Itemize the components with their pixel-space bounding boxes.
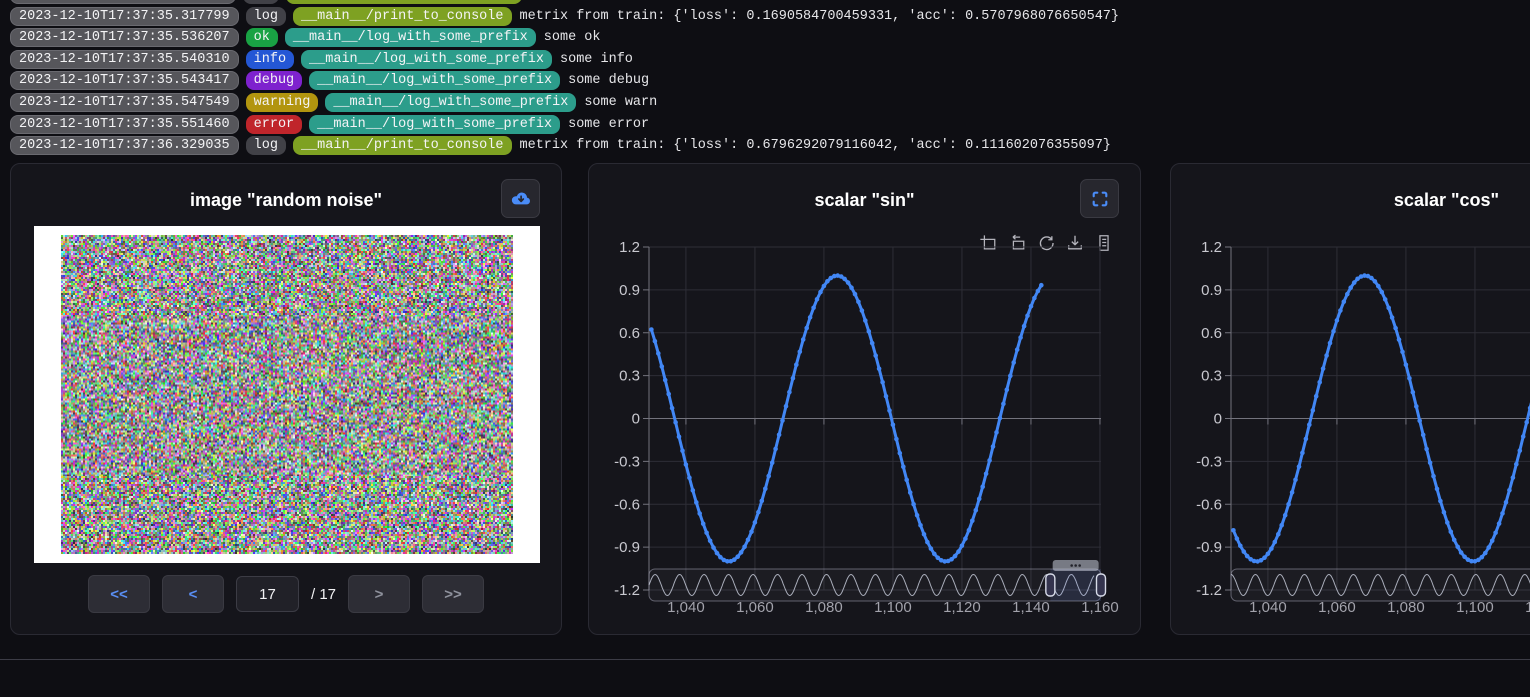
datazoom-handle[interactable]: [1097, 574, 1106, 596]
log-message: some warn: [584, 95, 657, 110]
log-timestamp-badge: 2023-12-10T17:37:35.543417: [10, 71, 239, 90]
dashboard-page: 2023-12-10T17:37:35.317799 log __main__/pr…: [0, 0, 1530, 697]
log-level-badge: info: [246, 50, 294, 69]
log-console: 2023-12-10T17:37:35.317799 log __main__/pr…: [10, 0, 1119, 158]
x-axis-tick-label: 1,100: [1456, 599, 1494, 616]
log-level-badge: ok: [246, 28, 278, 47]
log-row: 2023-12-10T17:37:35.536207 ok __main__/log…: [10, 28, 1119, 47]
datazoom-slider[interactable]: [649, 569, 1101, 601]
cos-chart-title: scalar "cos": [1171, 190, 1530, 211]
x-axis-tick-label: 1,100: [874, 599, 912, 616]
y-axis-tick-label: -0.9: [614, 539, 640, 556]
y-axis-tick-label: -1.2: [614, 582, 640, 599]
x-axis-tick-label: 1,120: [943, 599, 981, 616]
x-axis-tick-label: 1,040: [1249, 599, 1287, 616]
log-module-badge: __main__/log_with_some_prefix: [325, 93, 576, 112]
y-axis-tick-label: 1.2: [619, 239, 640, 256]
log-row: 2023-12-10T17:37:35.543417 debug __main__/…: [10, 71, 1119, 90]
y-axis-tick-label: 0.3: [1201, 368, 1222, 385]
log-timestamp-badge: 2023-12-10T17:37:35.317799: [10, 7, 239, 26]
log-message: some info: [560, 52, 633, 67]
prev-page-button[interactable]: <: [162, 575, 224, 613]
log-timestamp-badge: 2023-12-10T17:37:35.540310: [10, 50, 239, 69]
y-axis-tick-label: -0.6: [614, 496, 640, 513]
page-number-input[interactable]: [236, 576, 299, 612]
fullscreen-icon: [1091, 190, 1109, 208]
image-card-title: image "random noise": [11, 190, 561, 211]
log-level-badge: log: [246, 7, 286, 26]
log-level-badge: log: [246, 136, 286, 155]
y-axis-tick-label: -1.2: [1196, 582, 1222, 599]
sin-chart[interactable]: 1.2 0.9 0.6 0.3 0 -0.3 -0.6 -0.9 -1.2 1,040 1,060 1…: [589, 224, 1142, 624]
section-divider: [0, 659, 1530, 660]
x-axis-tick-label: 1,080: [1387, 599, 1425, 616]
y-axis-tick-label: 1.2: [1201, 239, 1222, 256]
log-message: some debug: [568, 73, 649, 88]
log-level-badge: [243, 0, 279, 4]
first-page-button[interactable]: <<: [88, 575, 150, 613]
log-level-badge: warning: [246, 93, 319, 112]
log-message: metrix from train: {'loss': 0.1690584700…: [520, 9, 1120, 24]
scalar-cos-card: scalar "cos" 1.2 0.9 0.6 0.3 0 -0.3 -0.6 -0.9 -1…: [1170, 163, 1530, 635]
log-module-badge: __main__/log_with_some_prefix: [285, 28, 536, 47]
y-axis-tick-label: 0.6: [1201, 325, 1222, 342]
cos-chart[interactable]: 1.2 0.9 0.6 0.3 0 -0.3 -0.6 -0.9 -1.2 1,040 1,060 1…: [1171, 224, 1530, 624]
log-row: 2023-12-10T17:37:35.540310 info __main__/l…: [10, 50, 1119, 69]
next-section-heading: Head: [27, 689, 188, 697]
y-axis-tick-label: -0.9: [1196, 539, 1222, 556]
image-card: image "random noise" << < / 17 > >>: [10, 163, 562, 635]
log-module-badge: __main__/log_with_some_prefix: [309, 71, 560, 90]
x-axis-tick-label: 1,160: [1081, 599, 1119, 616]
x-axis-tick-label: 1,120: [1525, 599, 1530, 616]
log-row: [10, 0, 1119, 4]
last-page-button[interactable]: >>: [422, 575, 484, 613]
y-axis-tick-label: 0.3: [619, 368, 640, 385]
log-level-badge: debug: [246, 71, 303, 90]
log-module-badge: __main__/print_to_console: [293, 7, 512, 26]
download-image-button[interactable]: [501, 179, 540, 218]
cloud-download-icon: [510, 188, 532, 210]
log-timestamp-badge: 2023-12-10T17:37:36.329035: [10, 136, 239, 155]
scalar-sin-card: scalar "sin" 1.2 0.9 0.6 0.3 0 -0.3 -0.6 -0.9 -1…: [588, 163, 1141, 635]
log-message: some ok: [544, 30, 601, 45]
datazoom-handle[interactable]: [1046, 574, 1055, 596]
datazoom-slider[interactable]: [1231, 569, 1530, 601]
x-axis-tick-label: 1,140: [1012, 599, 1050, 616]
y-axis-tick-label: 0.9: [619, 282, 640, 299]
log-message: some error: [568, 117, 649, 132]
log-timestamp-badge: 2023-12-10T17:37:35.536207: [10, 28, 239, 47]
log-row: 2023-12-10T17:37:35.551460 error __main__/…: [10, 115, 1119, 134]
log-module-badge: __main__/log_with_some_prefix: [309, 115, 560, 134]
log-timestamp-badge: 2023-12-10T17:37:35.547549: [10, 93, 239, 112]
log-row: 2023-12-10T17:37:35.317799 log __main__/pr…: [10, 7, 1119, 26]
x-axis-tick-label: 1,040: [667, 599, 705, 616]
log-module-badge: __main__/log_with_some_prefix: [301, 50, 552, 69]
log-module-badge: __main__/print_to_console: [293, 136, 512, 155]
image-pagination: << < / 17 > >>: [11, 575, 561, 613]
log-timestamp-badge: [10, 0, 236, 4]
page-total-label: / 17: [311, 586, 336, 603]
y-axis-tick-label: 0.9: [1201, 282, 1222, 299]
y-axis-tick-label: -0.6: [1196, 496, 1222, 513]
y-axis-tick-label: 0: [1214, 411, 1222, 428]
fullscreen-button[interactable]: [1080, 179, 1119, 218]
y-axis-tick-label: -0.3: [614, 453, 640, 470]
log-row: 2023-12-10T17:37:36.329035 log __main__/pr…: [10, 136, 1119, 155]
y-axis-tick-label: 0.6: [619, 325, 640, 342]
next-page-button[interactable]: >: [348, 575, 410, 613]
x-axis-tick-label: 1,060: [736, 599, 774, 616]
y-axis-tick-label: -0.3: [1196, 453, 1222, 470]
log-module-badge: [286, 0, 522, 4]
noise-image: [34, 226, 540, 563]
log-row: 2023-12-10T17:37:35.547549 warning __main_…: [10, 93, 1119, 112]
noise-canvas: [61, 235, 513, 554]
x-axis-tick-label: 1,080: [805, 599, 843, 616]
log-timestamp-badge: 2023-12-10T17:37:35.551460: [10, 115, 239, 134]
y-axis-tick-label: 0: [632, 411, 640, 428]
log-level-badge: error: [246, 115, 303, 134]
log-message: metrix from train: {'loss': 0.6796292079…: [520, 138, 1111, 153]
x-axis-tick-label: 1,060: [1318, 599, 1356, 616]
sin-chart-title: scalar "sin": [589, 190, 1140, 211]
